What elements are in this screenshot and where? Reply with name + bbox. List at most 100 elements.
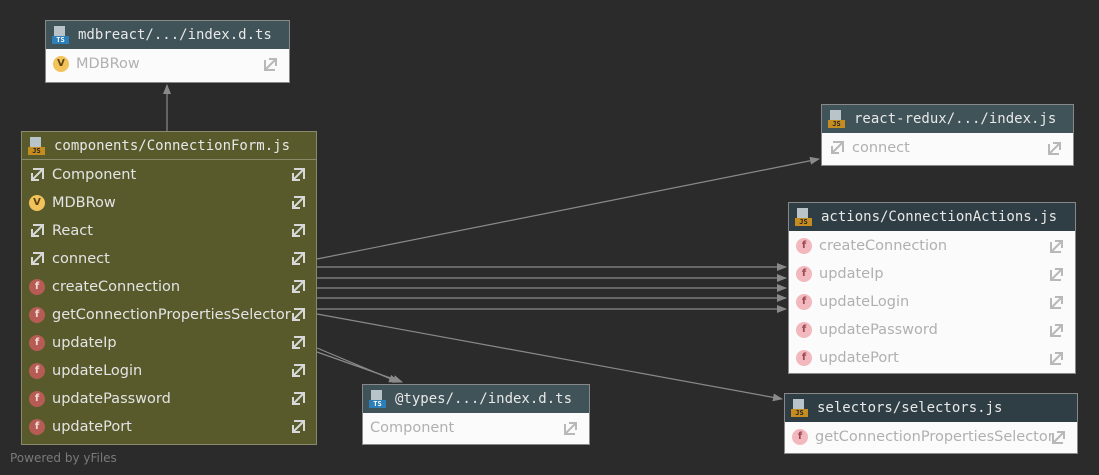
import-arrow-icon[interactable] xyxy=(290,307,306,323)
node-react-redux[interactable]: JS react-redux/.../index.js connect xyxy=(821,104,1074,166)
export-label: updateIp xyxy=(819,266,884,282)
import-label: MDBRow xyxy=(52,195,116,211)
js-file-icon: JS xyxy=(28,136,46,155)
node-rows: V MDBRow xyxy=(46,49,289,78)
import-row[interactable]: f updatePort xyxy=(22,413,316,441)
edge-to-types-2 xyxy=(316,351,403,383)
function-icon: f xyxy=(29,279,45,295)
import-label: updatePassword xyxy=(52,391,171,407)
import-row[interactable]: f createConnection xyxy=(22,273,316,301)
node-rows: Component xyxy=(363,413,589,442)
import-row[interactable]: f getConnectionPropertiesSelector xyxy=(22,301,316,329)
export-arrow-icon[interactable] xyxy=(1049,294,1065,310)
variable-icon: V xyxy=(53,56,69,72)
export-arrow-icon[interactable] xyxy=(563,420,579,436)
export-arrow-icon[interactable] xyxy=(1049,238,1065,254)
export-label: getConnectionPropertiesSelector xyxy=(815,429,1054,445)
export-label: Component xyxy=(370,420,455,436)
export-arrow-icon[interactable] xyxy=(1049,350,1065,366)
node-header: JS react-redux/.../index.js xyxy=(822,105,1073,133)
node-header: JS actions/ConnectionActions.js xyxy=(789,203,1075,231)
import-row[interactable]: f updateLogin xyxy=(22,357,316,385)
function-icon: f xyxy=(796,322,812,338)
export-label: updatePassword xyxy=(819,322,938,338)
import-arrow-icon[interactable] xyxy=(290,195,306,211)
import-arrow-icon xyxy=(31,168,44,181)
node-header: TS @types/.../index.d.ts xyxy=(363,385,589,413)
import-label: updateLogin xyxy=(52,363,143,379)
node-connection-form[interactable]: JS components/ConnectionForm.js Componen… xyxy=(21,131,317,445)
function-icon: f xyxy=(796,238,812,254)
import-label: updateIp xyxy=(52,335,117,351)
node-rows: connect xyxy=(822,133,1073,162)
node-types[interactable]: TS @types/.../index.d.ts Component xyxy=(362,384,590,445)
import-arrow-icon[interactable] xyxy=(290,167,306,183)
function-icon: f xyxy=(29,391,45,407)
export-row[interactable]: Component xyxy=(363,414,589,442)
import-arrow-icon xyxy=(31,252,44,265)
export-label: createConnection xyxy=(819,238,948,254)
import-row[interactable]: f updatePassword xyxy=(22,385,316,413)
export-row[interactable]: V MDBRow xyxy=(46,50,289,78)
export-row[interactable]: f updateLogin xyxy=(789,288,1075,316)
js-file-icon: JS xyxy=(828,110,846,128)
ts-file-icon: TS xyxy=(369,390,387,408)
function-icon: f xyxy=(796,266,812,282)
import-row[interactable]: f updateIp xyxy=(22,329,316,357)
import-arrow-icon[interactable] xyxy=(290,419,306,435)
import-label: updatePort xyxy=(52,419,132,435)
export-arrow-icon[interactable] xyxy=(1047,140,1063,156)
export-row[interactable]: f createConnection xyxy=(789,232,1075,260)
import-row[interactable]: Component xyxy=(22,161,316,189)
node-selectors[interactable]: JS selectors/selectors.js f getConnectio… xyxy=(784,393,1078,454)
node-mdbreact[interactable]: TS mdbreact/.../index.d.ts V MDBRow xyxy=(45,20,290,83)
node-connection-actions[interactable]: JS actions/ConnectionActions.js f create… xyxy=(788,202,1076,374)
export-arrow-icon[interactable] xyxy=(1049,322,1065,338)
node-title: selectors/selectors.js xyxy=(817,400,1003,416)
export-arrow-icon[interactable] xyxy=(263,56,279,72)
export-row[interactable]: f updatePort xyxy=(789,344,1075,372)
node-rows: Component V MDBRow React connect f creat… xyxy=(22,160,316,441)
node-title: actions/ConnectionActions.js xyxy=(821,209,1058,225)
node-header: TS mdbreact/.../index.d.ts xyxy=(46,21,289,49)
js-file-icon: JS xyxy=(795,208,813,226)
function-icon: f xyxy=(29,363,45,379)
import-arrow-icon xyxy=(31,224,44,237)
export-label: updatePort xyxy=(819,350,899,366)
import-row[interactable]: connect xyxy=(22,245,316,273)
export-row[interactable]: f updateIp xyxy=(789,260,1075,288)
ts-file-icon: TS xyxy=(52,26,70,44)
import-row[interactable]: React xyxy=(22,217,316,245)
js-file-icon: JS xyxy=(791,399,809,417)
node-rows: f getConnectionPropertiesSelector xyxy=(785,422,1077,451)
export-arrow-icon[interactable] xyxy=(1049,266,1065,282)
export-label: MDBRow xyxy=(76,56,140,72)
node-rows: f createConnection f updateIp f updateLo… xyxy=(789,231,1075,372)
import-label: React xyxy=(52,223,93,239)
import-row[interactable]: V MDBRow xyxy=(22,189,316,217)
function-icon: f xyxy=(29,419,45,435)
export-row[interactable]: connect xyxy=(822,134,1073,162)
node-title: react-redux/.../index.js xyxy=(854,111,1057,127)
node-title: @types/.../index.d.ts xyxy=(395,391,573,407)
edge-to-react-redux xyxy=(316,156,820,260)
import-arrow-icon xyxy=(831,141,844,154)
function-icon: f xyxy=(29,335,45,351)
export-arrow-icon[interactable] xyxy=(1051,429,1067,445)
export-row[interactable]: f getConnectionPropertiesSelector xyxy=(785,423,1077,451)
export-label: connect xyxy=(852,140,910,156)
import-arrow-icon[interactable] xyxy=(290,335,306,351)
import-arrow-icon[interactable] xyxy=(290,223,306,239)
node-header: JS selectors/selectors.js xyxy=(785,394,1077,422)
import-label: createConnection xyxy=(52,279,181,295)
import-arrow-icon[interactable] xyxy=(290,391,306,407)
export-row[interactable]: f updatePassword xyxy=(789,316,1075,344)
function-icon: f xyxy=(29,307,45,323)
node-header: JS components/ConnectionForm.js xyxy=(22,132,316,160)
import-label: Component xyxy=(52,167,137,183)
node-title: components/ConnectionForm.js xyxy=(54,137,291,154)
import-arrow-icon[interactable] xyxy=(290,279,306,295)
import-arrow-icon[interactable] xyxy=(290,251,306,267)
powered-by-label: Powered by yFiles xyxy=(10,451,117,465)
import-arrow-icon[interactable] xyxy=(290,363,306,379)
